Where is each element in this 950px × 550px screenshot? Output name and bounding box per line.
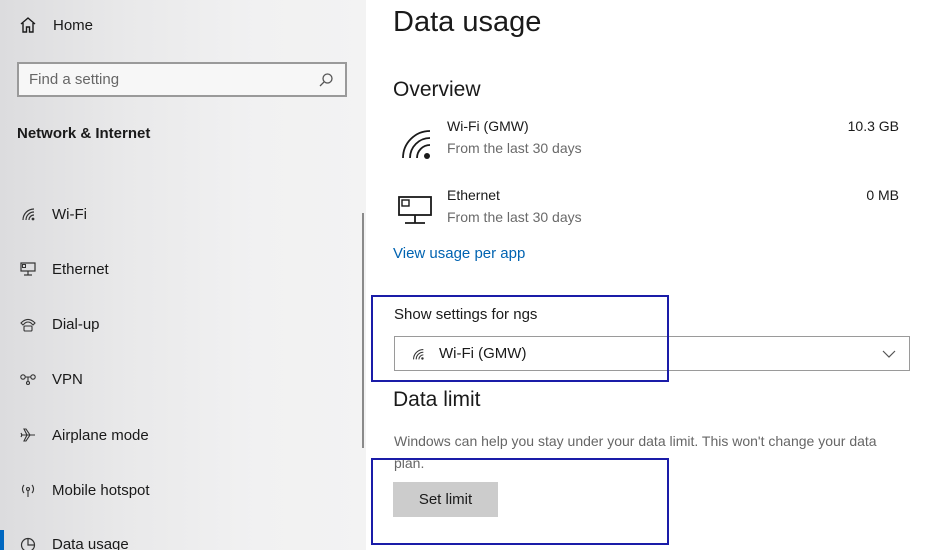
airplane-icon xyxy=(17,424,39,446)
overview-heading: Overview xyxy=(393,78,481,101)
chevron-down-icon xyxy=(881,346,897,362)
network-select-dropdown[interactable]: Wi-Fi (GMW) xyxy=(394,336,910,371)
sidebar-item-vpn[interactable]: VPN xyxy=(17,367,83,391)
search-box[interactable] xyxy=(17,62,347,97)
dialup-icon xyxy=(17,313,39,335)
sidebar-item-ethernet[interactable]: Ethernet xyxy=(17,257,109,281)
usage-name: Wi-Fi (GMW) xyxy=(447,118,529,134)
home-label: Home xyxy=(53,16,94,34)
set-limit-button[interactable]: Set limit xyxy=(393,482,498,517)
data-usage-icon xyxy=(17,533,39,550)
sidebar-item-label: Mobile hotspot xyxy=(52,481,150,499)
search-input[interactable] xyxy=(29,71,317,88)
ethernet-icon xyxy=(396,193,434,229)
sidebar-item-label: Data usage xyxy=(52,535,129,550)
wifi-icon xyxy=(409,345,427,363)
sidebar-item-data-usage[interactable]: Data usage xyxy=(17,532,129,550)
home-icon xyxy=(17,14,39,36)
usage-row-ethernet: Ethernet From the last 30 days 0 MB xyxy=(393,187,899,233)
sidebar-item-label: VPN xyxy=(52,370,83,388)
sidebar-item-airplane[interactable]: Airplane mode xyxy=(17,423,149,447)
view-usage-per-app-link[interactable]: View usage per app xyxy=(393,245,525,262)
selected-indicator xyxy=(0,530,4,550)
ethernet-icon xyxy=(17,258,39,280)
section-title: Network & Internet xyxy=(17,125,151,142)
vpn-icon xyxy=(17,368,39,390)
dropdown-value: Wi-Fi (GMW) xyxy=(439,345,527,362)
data-limit-heading: Data limit xyxy=(393,388,481,411)
usage-amount: 0 MB xyxy=(866,187,899,203)
sidebar-item-label: Dial-up xyxy=(52,315,100,333)
sidebar-scrollbar[interactable] xyxy=(362,213,364,448)
home-nav-item[interactable]: Home xyxy=(17,14,93,36)
page-title: Data usage xyxy=(393,6,542,38)
sidebar-item-label: Ethernet xyxy=(52,260,109,278)
wifi-icon xyxy=(396,124,434,160)
data-limit-description: Windows can help you stay under your dat… xyxy=(394,433,877,471)
sidebar-item-wifi[interactable]: Wi-Fi xyxy=(17,202,87,226)
sidebar: Home Network & Internet Wi-Fi Ethernet D… xyxy=(0,0,366,550)
usage-name: Ethernet xyxy=(447,187,500,203)
usage-period: From the last 30 days xyxy=(447,140,582,156)
sidebar-item-label: Wi-Fi xyxy=(52,205,87,223)
usage-row-wifi: Wi-Fi (GMW) From the last 30 days 10.3 G… xyxy=(393,118,899,164)
usage-period: From the last 30 days xyxy=(447,209,582,225)
wifi-icon xyxy=(17,203,39,225)
sidebar-item-label: Airplane mode xyxy=(52,426,149,444)
sidebar-item-mobile-hotspot[interactable]: Mobile hotspot xyxy=(17,478,150,502)
sidebar-item-dialup[interactable]: Dial-up xyxy=(17,312,100,336)
search-icon[interactable] xyxy=(317,71,335,89)
show-settings-label: Show settings for ngs xyxy=(394,306,538,323)
usage-amount: 10.3 GB xyxy=(847,118,899,134)
hotspot-icon xyxy=(17,479,39,501)
